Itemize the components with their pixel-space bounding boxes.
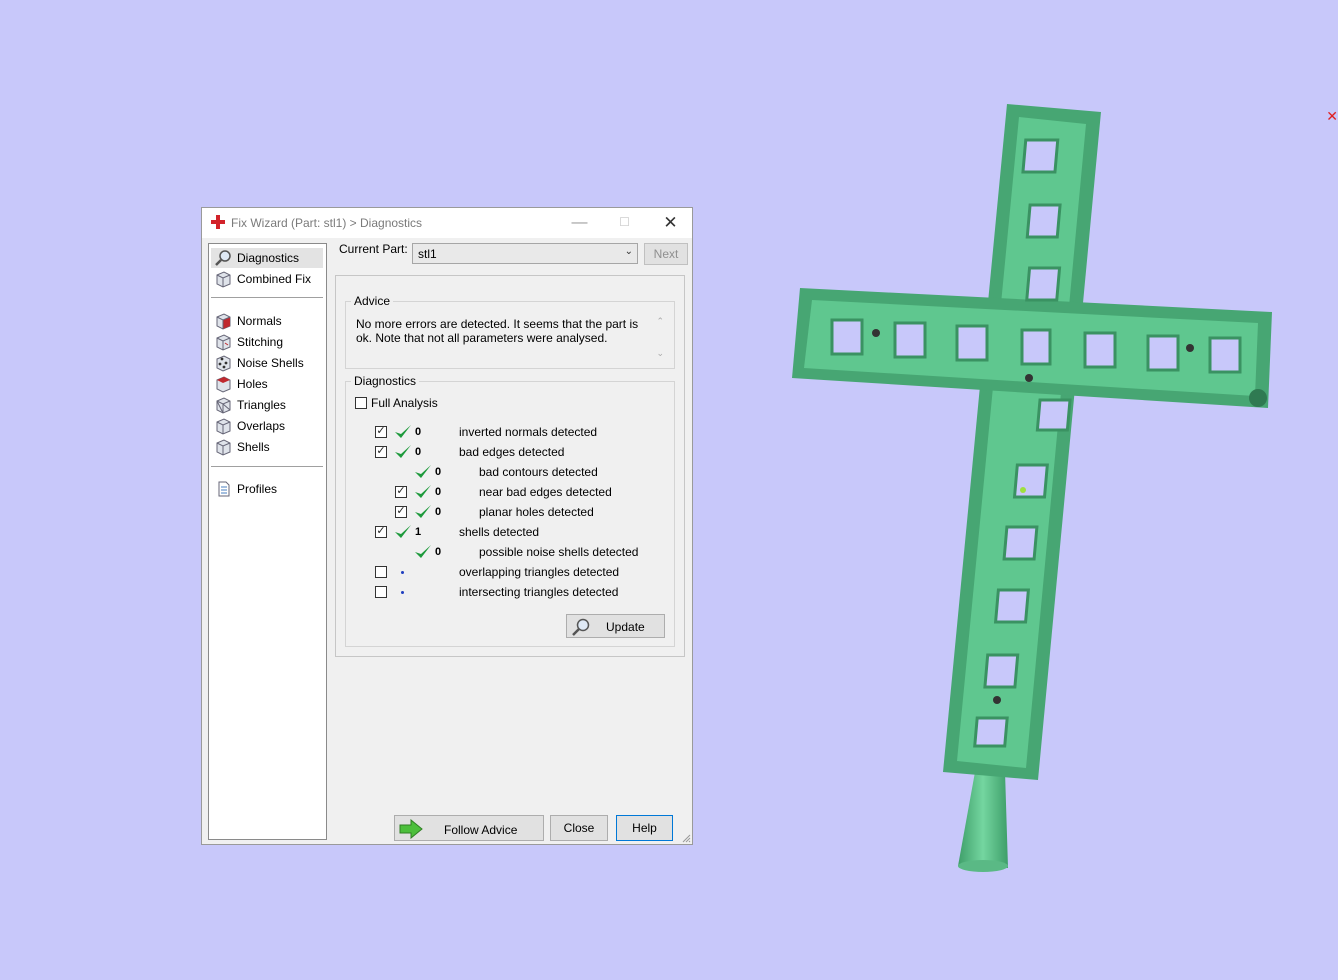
near-bad-edges-label: near bad edges detected bbox=[479, 485, 612, 499]
nav-item-label: Overlaps bbox=[237, 419, 286, 433]
noise-shells-label: possible noise shells detected bbox=[479, 545, 639, 559]
advice-title: Advice bbox=[351, 294, 394, 308]
follow-advice-label: Follow Advice bbox=[444, 823, 518, 837]
chevron-down-icon: ⌄ bbox=[624, 246, 633, 257]
nav-item-label: Shells bbox=[237, 440, 270, 454]
not-run-dot-icon bbox=[401, 591, 404, 594]
nav-divider bbox=[211, 297, 323, 298]
inverted-normals-count: 0 bbox=[415, 426, 422, 438]
cube-icon bbox=[216, 397, 231, 414]
green-check-icon bbox=[415, 465, 431, 478]
intersecting-triangles-checkbox[interactable] bbox=[375, 586, 387, 598]
update-label: Update bbox=[606, 620, 645, 634]
bad-contours-label: bad contours detected bbox=[479, 465, 598, 479]
magnifier-icon bbox=[572, 618, 590, 636]
document-icon bbox=[218, 481, 230, 497]
title-bar[interactable]: Fix Wizard (Part: stl1) > Diagnostics — … bbox=[202, 208, 692, 238]
scroll-down-icon[interactable]: ⌄ bbox=[656, 348, 664, 359]
axis-marker-icon: ✕ bbox=[1326, 108, 1338, 124]
current-part-select[interactable]: stl1 ⌄ bbox=[412, 243, 638, 264]
cube-icon bbox=[216, 439, 231, 456]
overlapping-triangles-checkbox[interactable] bbox=[375, 566, 387, 578]
follow-advice-button[interactable]: Follow Advice bbox=[394, 815, 544, 841]
shells-count: 1 bbox=[415, 526, 422, 538]
green-arrow-icon bbox=[399, 819, 423, 839]
nav-item-label: Profiles bbox=[237, 482, 278, 496]
red-cross-icon bbox=[211, 215, 225, 229]
nav-item-diagnostics[interactable]: Diagnostics bbox=[211, 248, 323, 268]
green-check-icon bbox=[415, 545, 431, 558]
green-check-icon bbox=[415, 505, 431, 518]
maximize-button[interactable]: ☐ bbox=[602, 208, 647, 238]
current-part-value: stl1 bbox=[418, 247, 437, 261]
nav-item-overlaps[interactable]: Overlaps bbox=[211, 416, 323, 436]
not-run-dot-icon bbox=[401, 571, 404, 574]
cube-icon bbox=[216, 355, 231, 372]
bad-edges-count: 0 bbox=[415, 446, 422, 458]
close-button[interactable]: Close bbox=[550, 815, 608, 841]
green-check-icon bbox=[415, 485, 431, 498]
nav-item-label: Stitching bbox=[237, 335, 284, 349]
bad-contours-count: 0 bbox=[435, 466, 442, 478]
nav-item-holes[interactable]: Holes bbox=[211, 374, 323, 394]
nav-item-combined-fix[interactable]: Combined Fix bbox=[211, 269, 323, 289]
nav-item-label: Noise Shells bbox=[237, 356, 304, 370]
shells-label: shells detected bbox=[459, 525, 540, 539]
cube-icon bbox=[216, 334, 231, 351]
nav-item-label: Holes bbox=[237, 377, 268, 391]
diagnostics-panel: Advice No more errors are detected. It s… bbox=[335, 275, 685, 657]
nav-item-noise-shells[interactable]: Noise Shells bbox=[211, 353, 323, 373]
next-button[interactable]: Next bbox=[644, 243, 688, 265]
nav-item-triangles[interactable]: Triangles bbox=[211, 395, 323, 415]
nav-divider bbox=[211, 466, 323, 467]
advice-text: No more errors are detected. It seems th… bbox=[356, 317, 639, 345]
full-analysis-label: Full Analysis bbox=[371, 396, 438, 410]
inverted-normals-checkbox[interactable]: ✓ bbox=[375, 426, 387, 438]
near-bad-edges-count: 0 bbox=[435, 486, 442, 498]
full-analysis-checkbox[interactable] bbox=[355, 397, 367, 409]
nav-item-label: Normals bbox=[237, 314, 282, 328]
resize-grip-icon[interactable] bbox=[681, 833, 691, 843]
nav-item-label: Diagnostics bbox=[237, 251, 300, 265]
minimize-button[interactable]: — bbox=[557, 208, 602, 238]
nav-item-shells[interactable]: Shells bbox=[211, 437, 323, 457]
green-check-icon bbox=[395, 425, 411, 438]
planar-holes-checkbox[interactable]: ✓ bbox=[395, 506, 407, 518]
advice-group: Advice No more errors are detected. It s… bbox=[345, 294, 675, 369]
help-button[interactable]: Help bbox=[616, 815, 673, 841]
current-part-label: Current Part: bbox=[339, 242, 408, 256]
near-bad-edges-checkbox[interactable]: ✓ bbox=[395, 486, 407, 498]
overlapping-triangles-label: overlapping triangles detected bbox=[459, 565, 620, 579]
window-title: Fix Wizard (Part: stl1) > Diagnostics bbox=[231, 216, 423, 230]
shells-checkbox[interactable]: ✓ bbox=[375, 526, 387, 538]
noise-shells-count: 0 bbox=[435, 546, 442, 558]
diagnostics-group: Diagnostics Full Analysis ✓ 0 inverted n… bbox=[345, 374, 675, 647]
nav-item-label: Combined Fix bbox=[237, 272, 312, 286]
cube-icon bbox=[216, 376, 231, 393]
nav-item-profiles[interactable]: Profiles bbox=[211, 479, 323, 499]
fix-wizard-dialog: Fix Wizard (Part: stl1) > Diagnostics — … bbox=[201, 207, 693, 845]
planar-holes-label: planar holes detected bbox=[479, 505, 594, 519]
close-window-button[interactable]: ✕ bbox=[648, 208, 693, 238]
planar-holes-count: 0 bbox=[435, 506, 442, 518]
intersecting-triangles-label: intersecting triangles detected bbox=[459, 585, 619, 599]
green-check-icon bbox=[395, 445, 411, 458]
cube-icon bbox=[216, 271, 231, 288]
wizard-nav: Diagnostics Combined Fix Normals Stitchi… bbox=[208, 243, 327, 840]
magnifier-icon bbox=[215, 250, 231, 266]
nav-item-normals[interactable]: Normals bbox=[211, 311, 323, 331]
bad-edges-checkbox[interactable]: ✓ bbox=[375, 446, 387, 458]
bad-edges-label: bad edges detected bbox=[459, 445, 565, 459]
green-check-icon bbox=[395, 525, 411, 538]
nav-item-label: Triangles bbox=[237, 398, 286, 412]
inverted-normals-label: inverted normals detected bbox=[459, 425, 598, 439]
diagnostics-title: Diagnostics bbox=[351, 374, 420, 388]
cube-icon bbox=[216, 313, 231, 330]
nav-item-stitching[interactable]: Stitching bbox=[211, 332, 323, 352]
update-button[interactable]: Update bbox=[566, 614, 665, 638]
cube-icon bbox=[216, 418, 231, 435]
scroll-up-icon[interactable]: ⌃ bbox=[656, 316, 664, 327]
